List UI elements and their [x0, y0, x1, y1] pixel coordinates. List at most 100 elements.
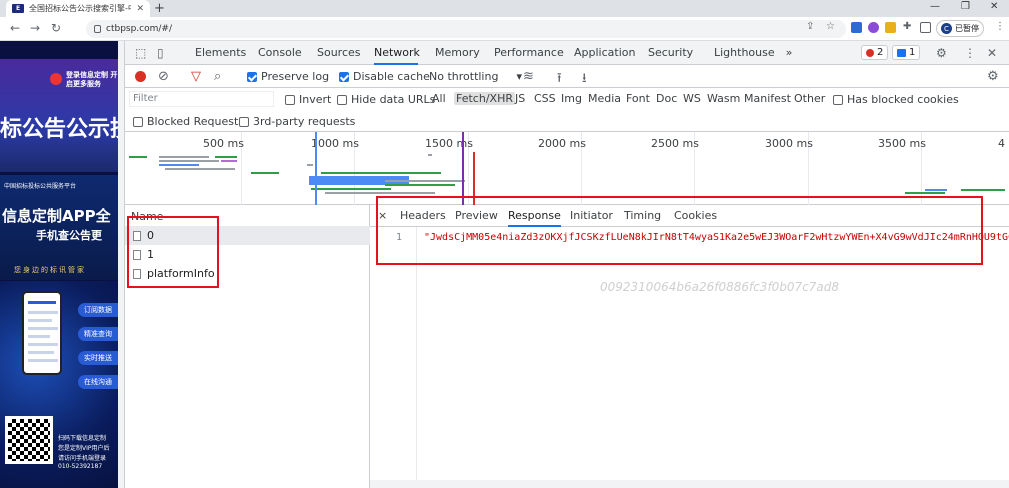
- network-conditions-icon[interactable]: ≋: [523, 69, 534, 84]
- tab-close-icon[interactable]: ✕: [136, 4, 144, 14]
- filter-type-font[interactable]: Font: [624, 92, 652, 105]
- tab-sources[interactable]: Sources: [317, 41, 361, 65]
- preserve-log-option[interactable]: Preserve log: [247, 70, 329, 83]
- filter-input[interactable]: Filter: [129, 91, 274, 107]
- tab-application[interactable]: Application: [574, 41, 635, 65]
- filter-type-ws[interactable]: WS: [681, 92, 703, 105]
- avatar: C: [941, 23, 952, 34]
- new-tab-button[interactable]: +: [154, 1, 165, 16]
- devtools-tab-bar: ⬚ ▯ Elements Console Sources Network Mem…: [125, 41, 1009, 65]
- has-blocked-cookies-option[interactable]: Has blocked cookies: [833, 93, 959, 106]
- preserve-log-checkbox[interactable]: [247, 71, 257, 82]
- extension-icon[interactable]: [851, 22, 862, 33]
- disable-cache-checkbox[interactable]: [339, 71, 349, 82]
- login-icon[interactable]: [50, 73, 62, 85]
- reload-icon[interactable]: ↻: [51, 21, 61, 35]
- forward-icon[interactable]: →: [30, 21, 40, 35]
- filter-bar: Filter Invert Hide data URLs All Fetch/X…: [125, 88, 1009, 110]
- filter-type-img[interactable]: Img: [559, 92, 584, 105]
- filter-type-doc[interactable]: Doc: [654, 92, 679, 105]
- login-text[interactable]: 登录信息定制 开启更多服务: [66, 71, 118, 89]
- tab-memory[interactable]: Memory: [435, 41, 480, 65]
- webpage-viewport: 登录信息定制 开启更多服务 标公告公示搜 中国招标投标公共服务平台 信息定制AP…: [0, 41, 118, 488]
- waterfall-bar: [215, 156, 237, 158]
- devtools-menu-icon[interactable]: ⋮: [964, 46, 976, 60]
- qr-caption: 您是定制VIP用户后: [58, 445, 110, 452]
- hide-data-urls-checkbox[interactable]: [337, 94, 347, 105]
- disable-cache-option[interactable]: Disable cache: [339, 70, 430, 83]
- annotation-box: [127, 216, 219, 288]
- sidebar-icon[interactable]: [920, 22, 931, 33]
- horizontal-scrollbar[interactable]: [370, 480, 1009, 488]
- throttling-select[interactable]: No throttling ▾: [429, 70, 522, 83]
- filter-type-wasm[interactable]: Wasm: [705, 92, 742, 105]
- puzzle-icon[interactable]: ✚: [903, 21, 911, 32]
- clear-icon[interactable]: ⊘: [158, 69, 169, 84]
- profile-button[interactable]: C 已暂停: [936, 20, 984, 37]
- has-blocked-cookies-checkbox[interactable]: [833, 94, 843, 105]
- tab-performance[interactable]: Performance: [494, 41, 564, 65]
- tab-lighthouse[interactable]: Lighthouse: [714, 41, 775, 65]
- waterfall-bar: [925, 189, 947, 191]
- banner-app[interactable]: 中国招标投标公共服务平台 信息定制APP全 手机查公告更 您身边的标讯管家: [0, 175, 118, 280]
- blocked-requests-option[interactable]: Blocked Requests: [133, 115, 244, 128]
- waterfall-bar: [961, 189, 1005, 191]
- qr-caption: 扫码下载信息定制: [58, 435, 107, 442]
- back-icon[interactable]: ←: [10, 21, 20, 35]
- third-party-checkbox[interactable]: [239, 116, 249, 127]
- menu-item[interactable]: 实时推送: [78, 351, 118, 365]
- invert-checkbox[interactable]: [285, 94, 295, 105]
- tab-network[interactable]: Network: [374, 41, 420, 65]
- tab-security[interactable]: Security: [648, 41, 693, 65]
- bookmark-star-icon[interactable]: ☆: [826, 21, 835, 32]
- waterfall-bar: [159, 160, 219, 162]
- third-party-option[interactable]: 3rd-party requests: [239, 115, 355, 128]
- invert-option[interactable]: Invert: [285, 93, 331, 106]
- qr-caption: 请访问手机端登录: [58, 455, 107, 462]
- banner-search[interactable]: 登录信息定制 开启更多服务 标公告公示搜: [0, 59, 118, 172]
- window-close-icon[interactable]: ✕: [990, 1, 998, 12]
- tab-elements[interactable]: Elements: [195, 41, 246, 65]
- dropdown-icon: ▾: [516, 70, 522, 83]
- share-icon[interactable]: ⇪: [806, 21, 814, 32]
- blocked-requests-checkbox[interactable]: [133, 116, 143, 127]
- platform-name: 中国招标投标公共服务平台: [4, 183, 77, 190]
- minimize-icon[interactable]: —: [930, 1, 940, 12]
- filter-type-other[interactable]: Other: [792, 92, 827, 105]
- browser-menu-icon[interactable]: ⋮: [995, 21, 1005, 32]
- filter-funnel-icon[interactable]: ▽: [191, 69, 201, 84]
- hide-data-urls-option[interactable]: Hide data URLs: [337, 93, 435, 106]
- browser-tab-strip: E 全国招标公告公示搜索引擎-中国 ✕ + — ❐ ✕: [0, 0, 1009, 17]
- device-toolbar-icon[interactable]: ▯: [157, 46, 164, 60]
- issue-count-badge[interactable]: 1: [892, 45, 921, 60]
- record-icon[interactable]: [135, 71, 146, 82]
- inspect-element-icon[interactable]: ⬚: [135, 46, 146, 60]
- omnibox[interactable]: ctbpsp.com/#/: [86, 20, 846, 38]
- filter-type-css[interactable]: CSS: [532, 92, 558, 105]
- filter-bar-secondary: Blocked Requests 3rd-party requests: [125, 110, 1009, 132]
- filter-type-all[interactable]: All: [430, 92, 448, 105]
- menu-item[interactable]: 精准查询: [78, 327, 118, 341]
- menu-item[interactable]: 在线沟通: [78, 375, 118, 389]
- network-settings-icon[interactable]: ⚙: [987, 69, 999, 84]
- extension-icon[interactable]: [868, 22, 879, 33]
- maximize-icon[interactable]: ❐: [961, 1, 970, 12]
- filter-type-js[interactable]: JS: [513, 92, 527, 105]
- devtools-close-icon[interactable]: ✕: [987, 46, 997, 60]
- phone-mockup: [22, 291, 62, 375]
- settings-gear-icon[interactable]: ⚙: [936, 46, 947, 60]
- has-blocked-cookies-label: Has blocked cookies: [847, 93, 959, 106]
- timeline-tick-label: 1000 ms: [311, 137, 359, 150]
- browser-tab[interactable]: E 全国招标公告公示搜索引擎-中国 ✕: [6, 0, 150, 17]
- extension-icon[interactable]: [885, 22, 896, 33]
- error-count-badge[interactable]: 2: [861, 45, 889, 60]
- search-icon[interactable]: ⌕: [214, 69, 221, 84]
- filter-type-fetch-xhr[interactable]: Fetch/XHR: [454, 92, 515, 105]
- more-tabs-icon[interactable]: »: [783, 41, 795, 65]
- filter-type-media[interactable]: Media: [586, 92, 623, 105]
- menu-item[interactable]: 订阅数据: [78, 303, 118, 317]
- filter-type-manifest[interactable]: Manifest: [742, 92, 793, 105]
- waterfall-bar: [221, 160, 237, 162]
- network-overview-timeline[interactable]: 500 ms 1000 ms 1500 ms 2000 ms 2500 ms 3…: [125, 132, 1009, 205]
- tab-console[interactable]: Console: [258, 41, 302, 65]
